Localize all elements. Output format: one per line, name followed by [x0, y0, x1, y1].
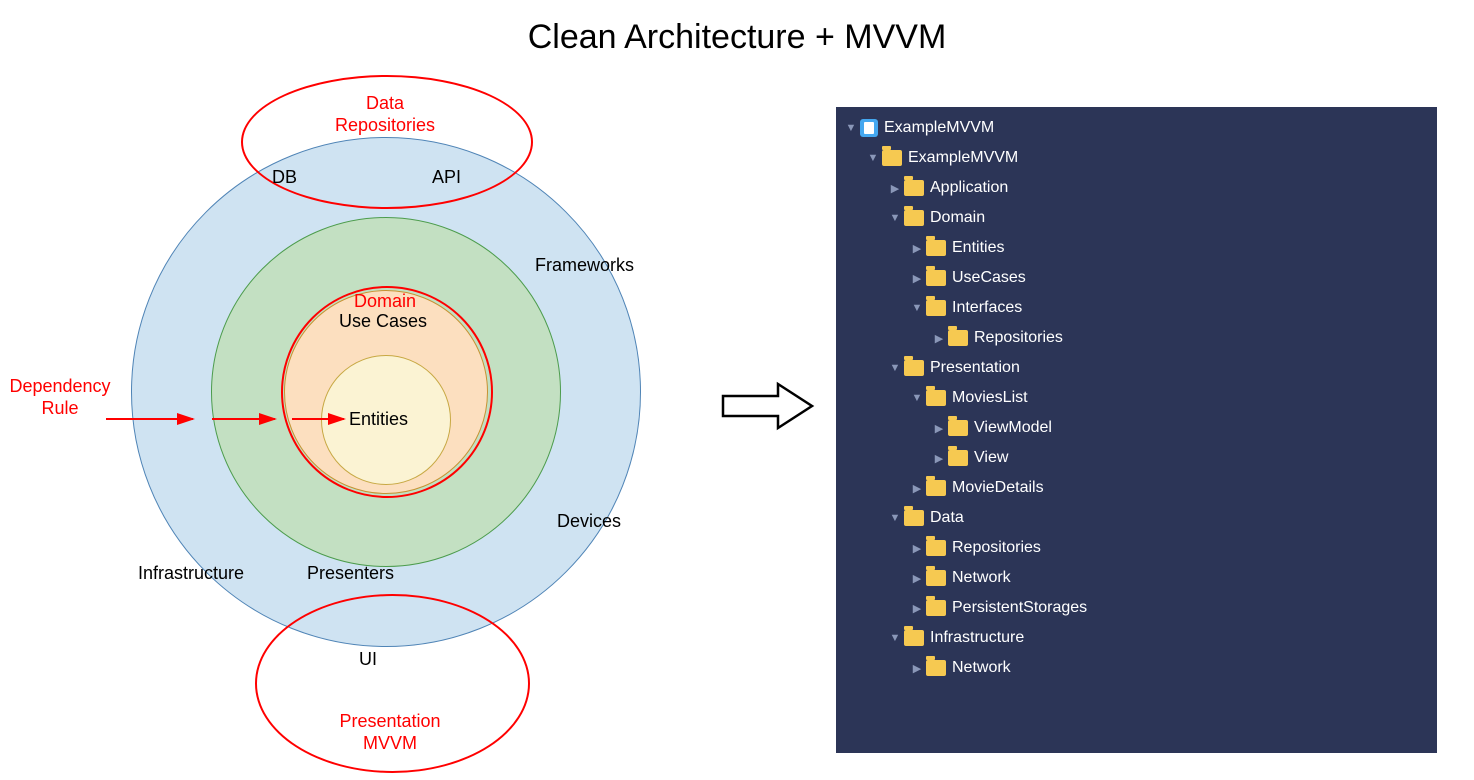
label-frameworks: Frameworks [535, 254, 634, 276]
tree-folder[interactable]: ▶ Entities [836, 233, 1437, 263]
tree-item-label: MoviesList [952, 389, 1028, 407]
tree-project-root[interactable]: ▼ ExampleMVVM [836, 113, 1437, 143]
tree-item-label: ViewModel [974, 419, 1052, 437]
folder-icon [904, 180, 924, 196]
dependency-arrow-icon [0, 404, 350, 434]
tree-item-label: View [974, 449, 1008, 467]
tree-item-label: Application [930, 179, 1008, 197]
tree-folder[interactable]: ▼ Interfaces [836, 293, 1437, 323]
folder-icon [948, 330, 968, 346]
folder-icon [904, 510, 924, 526]
disclosure-right-icon[interactable]: ▶ [932, 452, 946, 465]
tree-folder[interactable]: ▶ Repositories [836, 533, 1437, 563]
tree-folder[interactable]: ▶ PersistentStorages [836, 593, 1437, 623]
tree-item-label: Data [930, 509, 964, 527]
label-presentation: Presentation MVVM [300, 710, 480, 754]
disclosure-right-icon[interactable]: ▶ [910, 272, 924, 285]
folder-icon [926, 540, 946, 556]
label-db: DB [272, 166, 297, 188]
disclosure-right-icon[interactable]: ▶ [932, 422, 946, 435]
tree-item-label: Repositories [974, 329, 1063, 347]
label-data-repositories: Data Repositories [290, 92, 480, 136]
folder-icon [926, 660, 946, 676]
tree-folder[interactable]: ▼ ExampleMVVM [836, 143, 1437, 173]
folder-icon [948, 420, 968, 436]
label-entities: Entities [349, 408, 408, 430]
disclosure-right-icon[interactable]: ▶ [910, 542, 924, 555]
tree-folder[interactable]: ▶ Network [836, 653, 1437, 683]
label-infrastructure: Infrastructure [138, 562, 244, 584]
disclosure-down-icon[interactable]: ▼ [888, 362, 902, 374]
folder-icon [926, 480, 946, 496]
maps-to-arrow-icon [720, 378, 816, 434]
tree-item-label: ExampleMVVM [908, 149, 1018, 167]
disclosure-down-icon[interactable]: ▼ [888, 632, 902, 644]
tree-item-label: ExampleMVVM [884, 119, 994, 137]
page-title: Clean Architecture + MVVM [0, 18, 1474, 57]
tree-folder[interactable]: ▼ Presentation [836, 353, 1437, 383]
disclosure-right-icon[interactable]: ▶ [910, 482, 924, 495]
project-icon [860, 119, 878, 137]
diagram-stage: Clean Architecture + MVVM Data Repositor… [0, 0, 1474, 780]
tree-folder[interactable]: ▶ Application [836, 173, 1437, 203]
folder-icon [926, 390, 946, 406]
tree-folder[interactable]: ▶ Repositories [836, 323, 1437, 353]
label-use-cases: Use Cases [339, 310, 427, 332]
tree-folder[interactable]: ▼ MoviesList [836, 383, 1437, 413]
tree-item-label: Domain [930, 209, 985, 227]
disclosure-right-icon[interactable]: ▶ [910, 242, 924, 255]
disclosure-down-icon[interactable]: ▼ [866, 152, 880, 164]
tree-folder[interactable]: ▶ ViewModel [836, 413, 1437, 443]
label-ui: UI [359, 648, 377, 670]
folder-icon [926, 300, 946, 316]
label-devices: Devices [557, 510, 621, 532]
disclosure-down-icon[interactable]: ▼ [910, 392, 924, 404]
folder-icon [904, 360, 924, 376]
tree-item-label: Network [952, 569, 1011, 587]
tree-folder[interactable]: ▶ Network [836, 563, 1437, 593]
tree-folder[interactable]: ▶ View [836, 443, 1437, 473]
tree-item-label: MovieDetails [952, 479, 1044, 497]
tree-item-label: Infrastructure [930, 629, 1024, 647]
tree-folder[interactable]: ▼ Infrastructure [836, 623, 1437, 653]
tree-folder[interactable]: ▶ MovieDetails [836, 473, 1437, 503]
tree-item-label: Network [952, 659, 1011, 677]
tree-item-label: PersistentStorages [952, 599, 1087, 617]
folder-icon [926, 600, 946, 616]
folder-icon [882, 150, 902, 166]
label-api: API [432, 166, 461, 188]
folder-icon [926, 570, 946, 586]
folder-icon [904, 630, 924, 646]
disclosure-down-icon[interactable]: ▼ [888, 212, 902, 224]
disclosure-down-icon[interactable]: ▼ [910, 302, 924, 314]
disclosure-right-icon[interactable]: ▶ [888, 182, 902, 195]
tree-item-label: Presentation [930, 359, 1020, 377]
label-presenters: Presenters [307, 562, 394, 584]
tree-item-label: Repositories [952, 539, 1041, 557]
project-tree: ▼ ExampleMVVM ▼ ExampleMVVM ▶ Application ▼ Dom… [836, 107, 1437, 753]
folder-icon [926, 270, 946, 286]
tree-folder[interactable]: ▶ UseCases [836, 263, 1437, 293]
label-domain: Domain [325, 290, 445, 312]
tree-folder[interactable]: ▼ Domain [836, 203, 1437, 233]
disclosure-down-icon[interactable]: ▼ [888, 512, 902, 524]
folder-icon [904, 210, 924, 226]
disclosure-right-icon[interactable]: ▶ [910, 662, 924, 675]
tree-item-label: Entities [952, 239, 1004, 257]
disclosure-right-icon[interactable]: ▶ [932, 332, 946, 345]
tree-item-label: UseCases [952, 269, 1026, 287]
tree-item-label: Interfaces [952, 299, 1022, 317]
folder-icon [948, 450, 968, 466]
folder-icon [926, 240, 946, 256]
disclosure-right-icon[interactable]: ▶ [910, 572, 924, 585]
disclosure-right-icon[interactable]: ▶ [910, 602, 924, 615]
disclosure-down-icon[interactable]: ▼ [844, 122, 858, 134]
tree-folder[interactable]: ▼ Data [836, 503, 1437, 533]
